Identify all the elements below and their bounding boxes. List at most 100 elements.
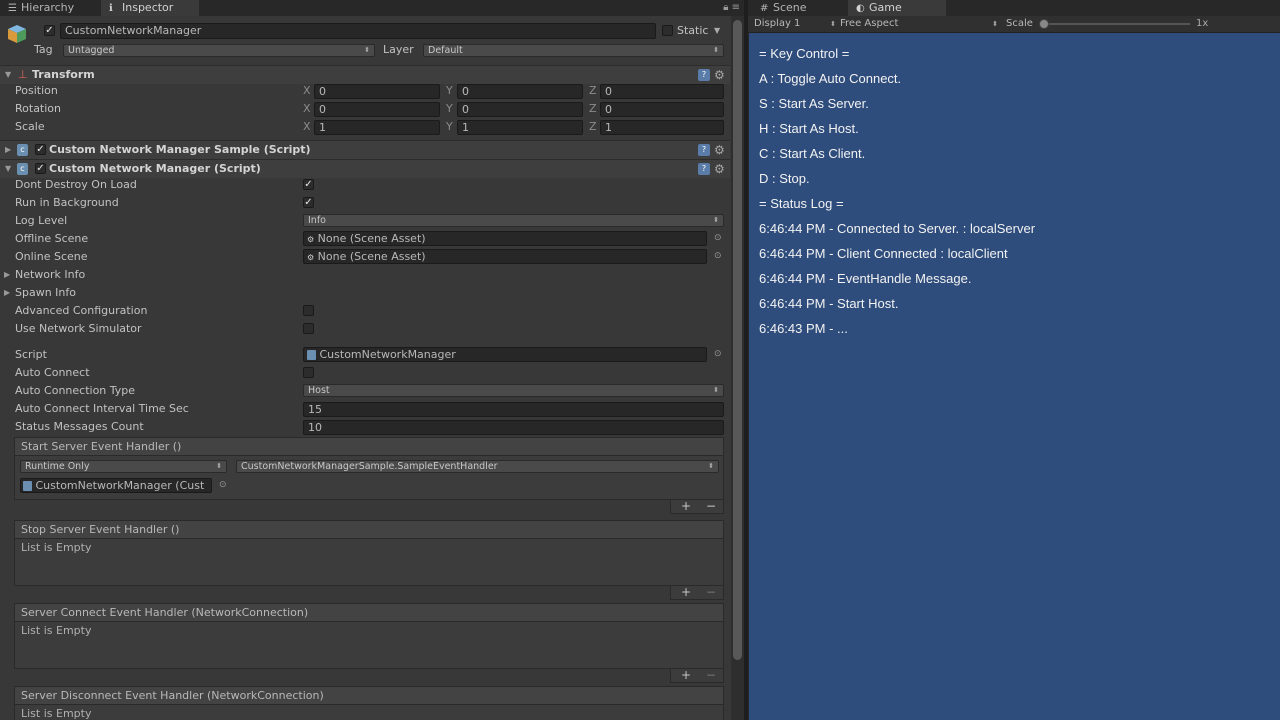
game-log-line: H : Start As Host. [759, 121, 859, 136]
rotation-y-field[interactable]: 0 [457, 102, 583, 117]
position-z-field[interactable]: 0 [600, 84, 724, 99]
gameobject-cube-icon [7, 24, 27, 44]
runtime-dropdown[interactable]: Runtime Only ⬍ [20, 460, 227, 473]
lock-icon[interactable]: 🔒︎ [723, 2, 728, 13]
object-picker-icon[interactable]: ⊙ [219, 480, 227, 490]
gear-icon[interactable]: ⚙ [714, 144, 726, 156]
static-label: Static [677, 24, 709, 37]
dropdown-arrow-icon: ⬍ [708, 462, 714, 470]
tab-inspector[interactable]: ℹ Inspector [101, 0, 199, 16]
aspect-dropdown[interactable]: Free Aspect ⬍ [840, 16, 998, 32]
menu-icon[interactable]: ≡ [732, 2, 740, 13]
rotation-x-field[interactable]: 0 [314, 102, 440, 117]
scale-z-field[interactable]: 1 [600, 120, 724, 135]
game-toolbar: Display 1 ⬍ Free Aspect ⬍ Scale 1x [748, 16, 1280, 33]
plus-icon[interactable]: + [681, 586, 691, 598]
scale-x-field[interactable]: 1 [314, 120, 440, 135]
object-picker-icon[interactable]: ⊙ [714, 233, 722, 243]
layer-dropdown[interactable]: Default ⬍ [423, 44, 724, 57]
interval-field[interactable]: 15 [303, 402, 724, 417]
offline-scene-row: Offline Scene ⚙ None (Scene Asset) ⊙ [15, 231, 722, 246]
scrollbar-thumb[interactable] [733, 20, 742, 660]
game-log-line: 6:46:43 PM - ... [759, 321, 848, 336]
help-icon[interactable]: ? [698, 69, 710, 81]
scale-value: 1x [1196, 18, 1209, 29]
game-log-line: 6:46:44 PM - Connected to Server. : loca… [759, 221, 1036, 236]
tab-hierarchy[interactable]: ☰ Hierarchy [0, 0, 82, 16]
online-scene-field[interactable]: ⚙ None (Scene Asset) [303, 249, 707, 264]
rotation-z-field[interactable]: 0 [600, 102, 724, 117]
advanced-config-checkbox[interactable] [303, 305, 314, 316]
script-field[interactable]: CustomNetworkManager [303, 347, 707, 362]
minus-icon[interactable]: − [706, 500, 716, 512]
component-enabled-checkbox[interactable]: ✓ [35, 163, 46, 174]
spawn-info-foldout[interactable]: ▶ Spawn Info [0, 284, 730, 302]
position-x-field[interactable]: 0 [314, 84, 440, 99]
right-tab-bar: # Scene ◐ Game [748, 0, 1280, 16]
fold-right-icon: ▶ [4, 288, 11, 297]
display-dropdown[interactable]: Display 1 ⬍ [754, 16, 836, 32]
object-picker-icon[interactable]: ⊙ [714, 251, 722, 261]
dont-destroy-checkbox[interactable]: ✓ [303, 179, 314, 190]
dropdown-arrow-icon: ⬍ [713, 216, 719, 224]
help-icon[interactable]: ? [698, 144, 710, 156]
scale-y-field[interactable]: 1 [457, 120, 583, 135]
object-name-field[interactable]: CustomNetworkManager [60, 23, 656, 39]
tab-options[interactable]: 🔒︎ ≡ [723, 2, 740, 13]
run-background-checkbox[interactable]: ✓ [303, 197, 314, 208]
scale-row: Scale X 1 Y 1 Z 1 [0, 118, 730, 136]
minus-icon: − [706, 668, 717, 682]
scale-slider-handle[interactable] [1039, 19, 1049, 29]
offline-scene-field[interactable]: ⚙ None (Scene Asset) [303, 231, 707, 246]
game-log-line: 6:46:44 PM - Start Host. [759, 296, 899, 311]
tab-game[interactable]: ◐ Game [848, 0, 946, 16]
plus-icon[interactable]: + [681, 669, 691, 681]
fold-right-icon[interactable]: ▶ [5, 141, 11, 159]
gear-icon[interactable]: ⚙ [714, 163, 726, 175]
minus-icon: − [706, 585, 717, 599]
tab-scene[interactable]: # Scene [752, 0, 815, 16]
log-level-dropdown[interactable]: Info ⬍ [303, 214, 724, 227]
server-connect-event-header: Server Connect Event Handler (NetworkCon… [14, 603, 724, 621]
script-icon [307, 350, 316, 360]
inspector-scrollbar[interactable] [731, 16, 744, 720]
status-count-row: Status Messages Count 10 [0, 418, 730, 436]
help-icon[interactable]: ? [698, 163, 710, 175]
auto-conn-type-dropdown[interactable]: Host ⬍ [303, 384, 724, 397]
component-enabled-checkbox[interactable]: ✓ [35, 144, 46, 155]
dropdown-arrow-icon: ⬍ [216, 462, 222, 470]
event-target-field[interactable]: CustomNetworkManager (Cust [20, 478, 212, 493]
empty-list-text: List is Empty [21, 624, 92, 637]
script-icon: c [17, 144, 28, 156]
static-checkbox[interactable] [662, 25, 673, 36]
status-count-field[interactable]: 10 [303, 420, 724, 435]
scale-slider[interactable] [1039, 19, 1190, 29]
game-log-line: = Status Log = [759, 196, 844, 211]
network-info-foldout[interactable]: ▶ Network Info [0, 266, 730, 284]
auto-connect-checkbox[interactable] [303, 367, 314, 378]
tag-dropdown[interactable]: Untagged ⬍ [63, 44, 375, 57]
stop-server-event-header: Stop Server Event Handler () [14, 520, 724, 538]
handler-dropdown[interactable]: CustomNetworkManagerSample.SampleEventHa… [236, 460, 719, 473]
empty-list-text: List is Empty [21, 541, 92, 554]
position-y-field[interactable]: 0 [457, 84, 583, 99]
list-add-remove: + − [670, 500, 724, 514]
use-sim-checkbox[interactable] [303, 323, 314, 334]
dropdown-arrow-icon: ⬍ [992, 20, 998, 28]
log-level-row: Log Level Info ⬍ [0, 212, 730, 230]
auto-connect-row: Auto Connect [0, 364, 730, 382]
sample-component-header[interactable]: ▶ c ✓ Custom Network Manager Sample (Scr… [0, 140, 730, 159]
game-view[interactable]: = Key Control = A : Toggle Auto Connect. S… [749, 33, 1280, 720]
transform-axes-icon: ⊥ [18, 68, 28, 81]
start-server-event-header: Start Server Event Handler () [14, 437, 724, 455]
object-picker-icon[interactable]: ⊙ [714, 349, 722, 359]
plus-icon[interactable]: + [681, 500, 691, 512]
static-dropdown-icon[interactable]: ▼ [714, 22, 720, 40]
script-icon: c [17, 163, 28, 175]
start-server-event-list: Runtime Only ⬍ CustomNetworkManagerSample… [14, 455, 724, 500]
gear-icon[interactable]: ⚙ [714, 69, 726, 81]
active-checkbox[interactable]: ✓ [44, 25, 55, 36]
dont-destroy-row: Dont Destroy On Load ✓ [15, 178, 314, 191]
use-sim-row: Use Network Simulator [0, 320, 730, 338]
dropdown-arrow-icon: ⬍ [830, 20, 836, 28]
